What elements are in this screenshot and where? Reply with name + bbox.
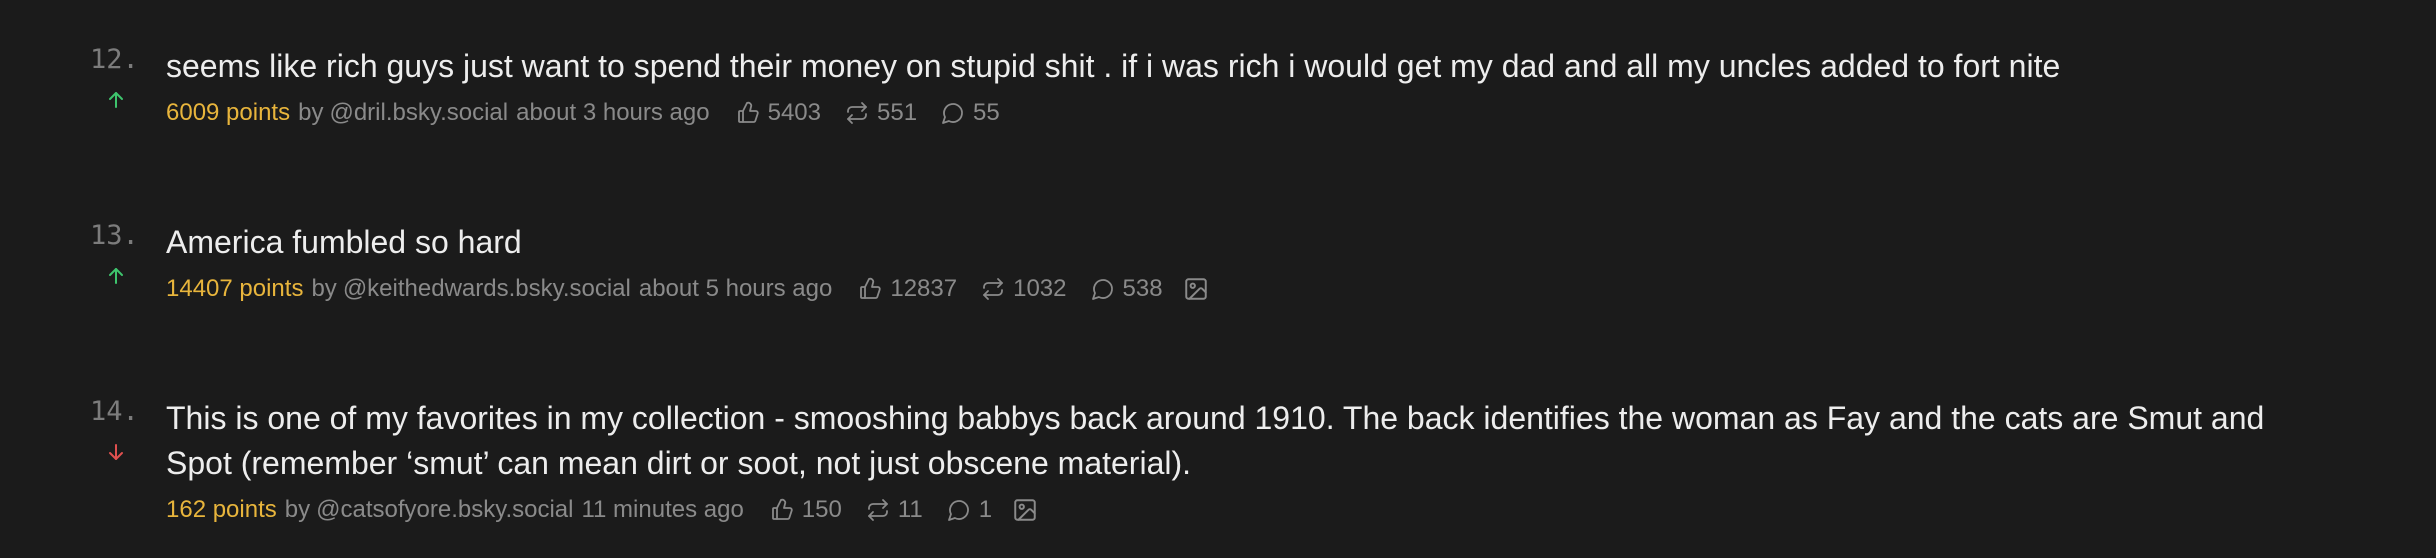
- replies-stat[interactable]: 538: [1091, 275, 1163, 303]
- post-title[interactable]: seems like rich guys just want to spend …: [166, 44, 2316, 89]
- post-rank: 13.: [90, 220, 139, 251]
- replies-count: 538: [1122, 275, 1163, 302]
- likes-count: 12837: [890, 275, 958, 302]
- thumbs-up-icon: [858, 277, 882, 301]
- reposts-count: 551: [877, 99, 918, 126]
- post-meta: 6009 points by @dril.bsky.social about 3…: [166, 99, 2316, 127]
- post-time: about 5 hours ago: [638, 275, 833, 302]
- likes-stat[interactable]: 150: [770, 496, 842, 524]
- post-meta: 162 points by @catsofyore.bsky.social 11…: [166, 496, 2316, 524]
- repost-icon: [866, 498, 890, 522]
- post-time: 11 minutes ago: [581, 496, 744, 523]
- arrow-down-icon[interactable]: [104, 440, 128, 464]
- post-content: seems like rich guys just want to spend …: [166, 44, 2316, 127]
- likes-count: 5403: [767, 99, 821, 126]
- post-time: about 3 hours ago: [516, 99, 710, 126]
- reposts-stat[interactable]: 1032: [981, 275, 1067, 303]
- by-label: by: [298, 99, 324, 126]
- post-title[interactable]: America fumbled so hard: [166, 220, 2316, 265]
- post-points[interactable]: 14407 points: [166, 275, 303, 303]
- likes-stat[interactable]: 12837: [858, 275, 957, 303]
- reposts-stat[interactable]: 11: [866, 496, 923, 524]
- post-rank: 14.: [90, 396, 139, 427]
- post-feed: 12. seems like rich guys just want to sp…: [0, 0, 2436, 558]
- post-content: This is one of my favorites in my collec…: [166, 396, 2316, 524]
- comment-icon: [947, 498, 971, 522]
- reposts-count: 11: [897, 496, 923, 523]
- post-content: America fumbled so hard 14407 points by …: [166, 220, 2316, 303]
- thumbs-up-icon: [736, 101, 760, 125]
- replies-count: 1: [978, 496, 993, 523]
- repost-icon: [845, 101, 869, 125]
- thumbs-up-icon: [770, 498, 794, 522]
- post-points[interactable]: 162 points: [166, 496, 277, 524]
- likes-stat[interactable]: 5403: [736, 99, 821, 127]
- post-meta: 14407 points by @keithedwards.bsky.socia…: [166, 275, 2316, 303]
- replies-count: 55: [973, 99, 1000, 126]
- post-points[interactable]: 6009 points: [166, 99, 290, 127]
- replies-stat[interactable]: 1: [947, 496, 992, 524]
- comment-icon: [941, 101, 965, 125]
- comment-icon: [1091, 277, 1115, 301]
- arrow-up-icon[interactable]: [104, 88, 128, 112]
- by-label: by: [311, 275, 337, 302]
- image-icon[interactable]: [1012, 497, 1038, 523]
- reposts-stat[interactable]: 551: [845, 99, 917, 127]
- arrow-up-icon[interactable]: [104, 264, 128, 288]
- post-author[interactable]: @dril.bsky.social: [329, 99, 508, 127]
- post-rank: 12.: [90, 44, 139, 75]
- post-author[interactable]: @keithedwards.bsky.social: [343, 275, 631, 303]
- likes-count: 150: [801, 496, 842, 523]
- replies-stat[interactable]: 55: [941, 99, 1000, 127]
- by-label: by: [284, 496, 311, 523]
- post-title[interactable]: This is one of my favorites in my collec…: [166, 396, 2316, 486]
- post-author[interactable]: @catsofyore.bsky.social: [316, 496, 573, 524]
- reposts-count: 1032: [1013, 275, 1067, 302]
- image-icon[interactable]: [1183, 276, 1209, 302]
- repost-icon: [981, 277, 1005, 301]
